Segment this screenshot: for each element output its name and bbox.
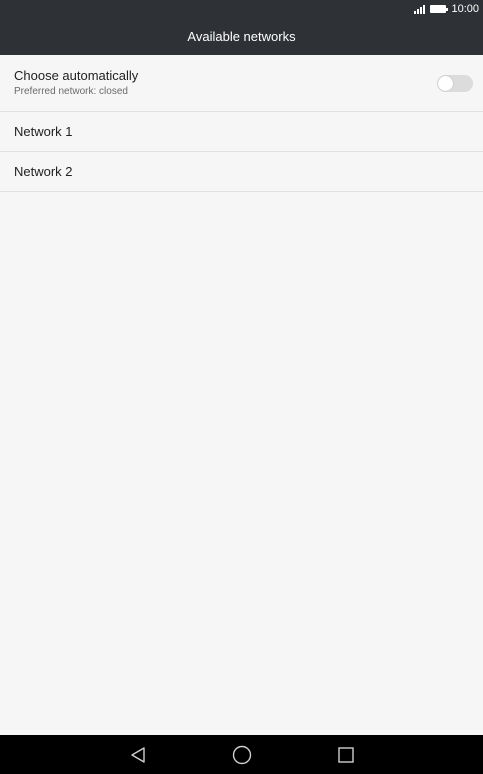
network-list: Choose automatically Preferred network: … [0,55,483,192]
home-button[interactable] [222,735,262,774]
battery-icon [430,5,449,13]
page-title: Available networks [187,29,296,44]
preferred-network-subtitle: Preferred network: closed [14,86,128,97]
navigation-bar [0,735,483,774]
network-item-1[interactable]: Network 1 [0,112,483,152]
recents-square-icon [338,746,354,763]
home-circle-icon [232,745,252,764]
status-time: 10:00 [451,3,479,15]
back-triangle-icon [131,746,145,763]
recents-button[interactable] [326,735,366,774]
choose-automatically-row[interactable]: Choose automatically Preferred network: … [0,55,483,112]
back-button[interactable] [118,735,158,774]
page-title-bar: Available networks [0,18,483,55]
signal-icon [414,4,426,14]
network-item-2[interactable]: Network 2 [0,152,483,192]
network-item-label: Network 2 [14,164,73,179]
network-item-label: Network 1 [14,124,73,139]
toggle-knob [438,76,453,91]
status-bar: 10:00 [414,0,479,18]
top-app-bar: 10:00 Available networks [0,0,483,55]
choose-automatically-label: Choose automatically [14,68,139,83]
auto-select-toggle[interactable] [437,75,473,92]
